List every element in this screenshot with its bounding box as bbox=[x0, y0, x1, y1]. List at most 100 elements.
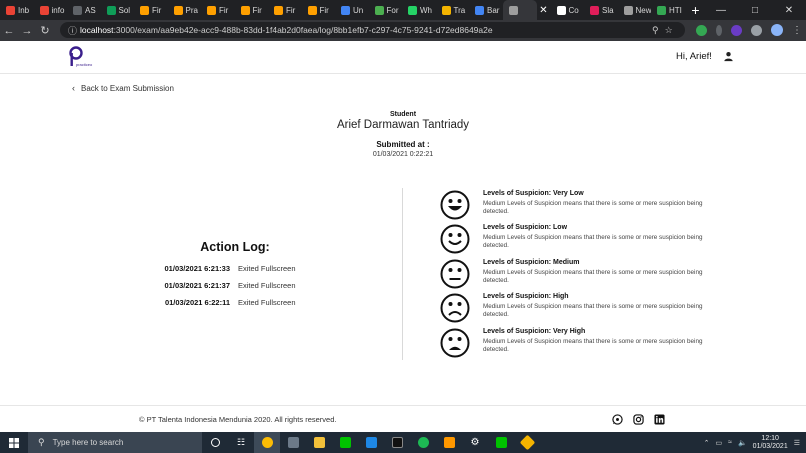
tray-chevron-icon[interactable]: ⌃ bbox=[704, 439, 710, 447]
tab-label: For bbox=[386, 5, 399, 15]
minimize-icon[interactable]: — bbox=[704, 0, 738, 20]
action-log-title: Action Log: bbox=[200, 240, 270, 254]
line-app-2-icon[interactable] bbox=[488, 432, 514, 453]
extension-icon[interactable] bbox=[716, 24, 722, 36]
browser-tab[interactable] bbox=[502, 0, 537, 20]
browser-tab[interactable]: Fir bbox=[235, 0, 269, 20]
browser-tab[interactable]: New Ta bbox=[618, 0, 651, 20]
tab-favicon-icon bbox=[441, 5, 451, 15]
url-path: :3000/exam/aa9eb42e-acc9-488b-83dd-1f4ab… bbox=[113, 25, 493, 35]
browser-tab[interactable]: Sla bbox=[584, 0, 618, 20]
browser-tab[interactable]: Fir bbox=[134, 0, 168, 20]
url-host: localhost bbox=[80, 25, 114, 35]
tab-favicon-icon bbox=[274, 5, 283, 15]
page-footer: © PT Talenta Indonesia Mendunia 2020. Al… bbox=[0, 405, 806, 432]
browser-menu-icon[interactable]: ⋮ bbox=[792, 25, 802, 36]
tab-close-icon[interactable]: ✕ bbox=[537, 5, 551, 16]
browser-tab[interactable]: Fir bbox=[201, 0, 235, 20]
app-taskbar-icon[interactable] bbox=[280, 432, 306, 453]
whatsapp-icon[interactable] bbox=[612, 414, 623, 425]
log-event: Exited Fullscreen bbox=[238, 264, 296, 273]
browser-tab[interactable]: Tra bbox=[436, 0, 470, 20]
browser-tab[interactable]: Pra bbox=[168, 0, 202, 20]
browser-tab[interactable]: AS bbox=[67, 0, 101, 20]
address-bar-actions: ⚲ ☆ bbox=[652, 22, 673, 38]
browser-tab[interactable]: Inb bbox=[0, 0, 34, 20]
browser-tab[interactable]: Un bbox=[335, 0, 369, 20]
chevron-left-icon: ‹ bbox=[72, 83, 75, 93]
tab-favicon-icon bbox=[556, 5, 566, 15]
log-time: 01/03/2021 6:21:37 bbox=[164, 281, 230, 290]
tab-favicon-icon bbox=[173, 5, 183, 15]
browser-tab[interactable]: Wh bbox=[402, 0, 436, 20]
puzzle-extensions-icon[interactable] bbox=[751, 24, 762, 36]
tab-label: Co bbox=[568, 5, 579, 15]
practiceo-logo[interactable]: practiceo bbox=[68, 46, 94, 68]
tab-label: Fir bbox=[286, 5, 296, 15]
submitted-at-label: Submitted at : bbox=[376, 140, 430, 149]
neutral-face-icon bbox=[440, 259, 470, 289]
spotify-icon[interactable] bbox=[410, 432, 436, 453]
back-to-exam-submission-link[interactable]: ‹ Back to Exam Submission bbox=[72, 83, 174, 93]
tray-app-icon[interactable]: ▭ bbox=[715, 439, 722, 447]
browser-tab[interactable]: Fir bbox=[268, 0, 302, 20]
browser-tab[interactable]: Co bbox=[551, 0, 585, 20]
profile-avatar[interactable] bbox=[771, 24, 783, 36]
notifications-icon[interactable]: ☰ bbox=[794, 439, 800, 447]
browser-tab-strip: Inb info AS Sol Fir Pra Fir Fir Fir Fir Un For Wh Tra… bbox=[0, 0, 806, 20]
sublime-icon[interactable] bbox=[436, 432, 462, 453]
svg-text:practiceo: practiceo bbox=[76, 62, 93, 67]
log-row: 01/03/2021 6:22:11 Exited Fullscreen bbox=[150, 298, 350, 307]
tab-label: Tra bbox=[453, 5, 466, 15]
tab-favicon-icon bbox=[374, 5, 384, 15]
bookmark-star-icon[interactable]: ☆ bbox=[665, 25, 673, 36]
browser-tab[interactable]: Bar bbox=[469, 0, 503, 20]
url-text[interactable]: localhost:3000/exam/aa9eb42e-acc9-488b-8… bbox=[80, 25, 493, 35]
terminal-icon[interactable] bbox=[384, 432, 410, 453]
browser-tab[interactable]: info bbox=[34, 0, 68, 20]
user-account-icon[interactable] bbox=[723, 51, 734, 62]
legend-title: Levels of Suspicion: Low bbox=[483, 224, 568, 231]
forward-arrow-icon[interactable]: → bbox=[18, 25, 36, 37]
tab-label: Fir bbox=[252, 5, 262, 15]
legend-item-very-high: Levels of Suspicion: Very High Medium Le… bbox=[440, 328, 720, 360]
cortana-icon[interactable] bbox=[202, 432, 228, 453]
student-label: Student bbox=[389, 111, 417, 118]
task-view-icon[interactable]: ☷ bbox=[228, 432, 254, 453]
address-bar[interactable]: ⓘ localhost:3000/exam/aa9eb42e-acc9-488b… bbox=[60, 22, 685, 38]
browser-tab[interactable]: Sol bbox=[101, 0, 135, 20]
legend-title: Levels of Suspicion: Very High bbox=[483, 328, 586, 335]
log-time: 01/03/2021 6:22:11 bbox=[164, 298, 230, 307]
settings-gear-icon[interactable]: ⚙ bbox=[462, 432, 488, 453]
git-icon[interactable] bbox=[514, 432, 540, 453]
user-greeting: Hi, Arief! bbox=[676, 51, 712, 62]
search-icon: ⚲ bbox=[38, 437, 45, 447]
wifi-icon[interactable]: ≈ bbox=[728, 439, 732, 446]
instagram-icon[interactable] bbox=[633, 414, 644, 425]
zoom-search-icon[interactable]: ⚲ bbox=[652, 25, 659, 36]
close-window-icon[interactable]: ✕ bbox=[772, 0, 806, 20]
taskbar-search[interactable]: ⚲ Type here to search bbox=[28, 432, 202, 453]
browser-tab[interactable]: For bbox=[369, 0, 403, 20]
extension-badge-icon[interactable] bbox=[731, 24, 742, 36]
file-explorer-icon[interactable] bbox=[306, 432, 332, 453]
windows-taskbar: ⚲ Type here to search ☷ ⚙ ⌃ ▭ ≈ 🔈 12:10 … bbox=[0, 432, 806, 453]
line-app-icon[interactable] bbox=[332, 432, 358, 453]
log-event: Exited Fullscreen bbox=[238, 298, 296, 307]
legend-item-very-low: Levels of Suspicion: Very Low Medium Lev… bbox=[440, 190, 720, 222]
linkedin-icon[interactable] bbox=[654, 414, 665, 425]
browser-tab[interactable]: Fir bbox=[302, 0, 336, 20]
vscode-icon[interactable] bbox=[358, 432, 384, 453]
taskbar-clock[interactable]: 12:10 01/03/2021 bbox=[753, 435, 788, 451]
info-icon[interactable]: ⓘ bbox=[68, 24, 80, 37]
back-arrow-icon[interactable]: ← bbox=[0, 25, 18, 37]
chrome-taskbar-icon[interactable] bbox=[254, 432, 280, 453]
legend-title: Levels of Suspicion: Medium bbox=[483, 259, 580, 266]
reload-icon[interactable]: ↻ bbox=[36, 24, 54, 37]
grammarly-extension-icon[interactable] bbox=[696, 24, 707, 36]
windows-start-icon[interactable] bbox=[0, 437, 28, 448]
student-name: Arief Darmawan Tantriady bbox=[336, 119, 470, 131]
volume-icon[interactable]: 🔈 bbox=[738, 439, 747, 447]
browser-tab[interactable]: HTI bbox=[651, 0, 685, 20]
maximize-icon[interactable]: □ bbox=[738, 0, 772, 20]
